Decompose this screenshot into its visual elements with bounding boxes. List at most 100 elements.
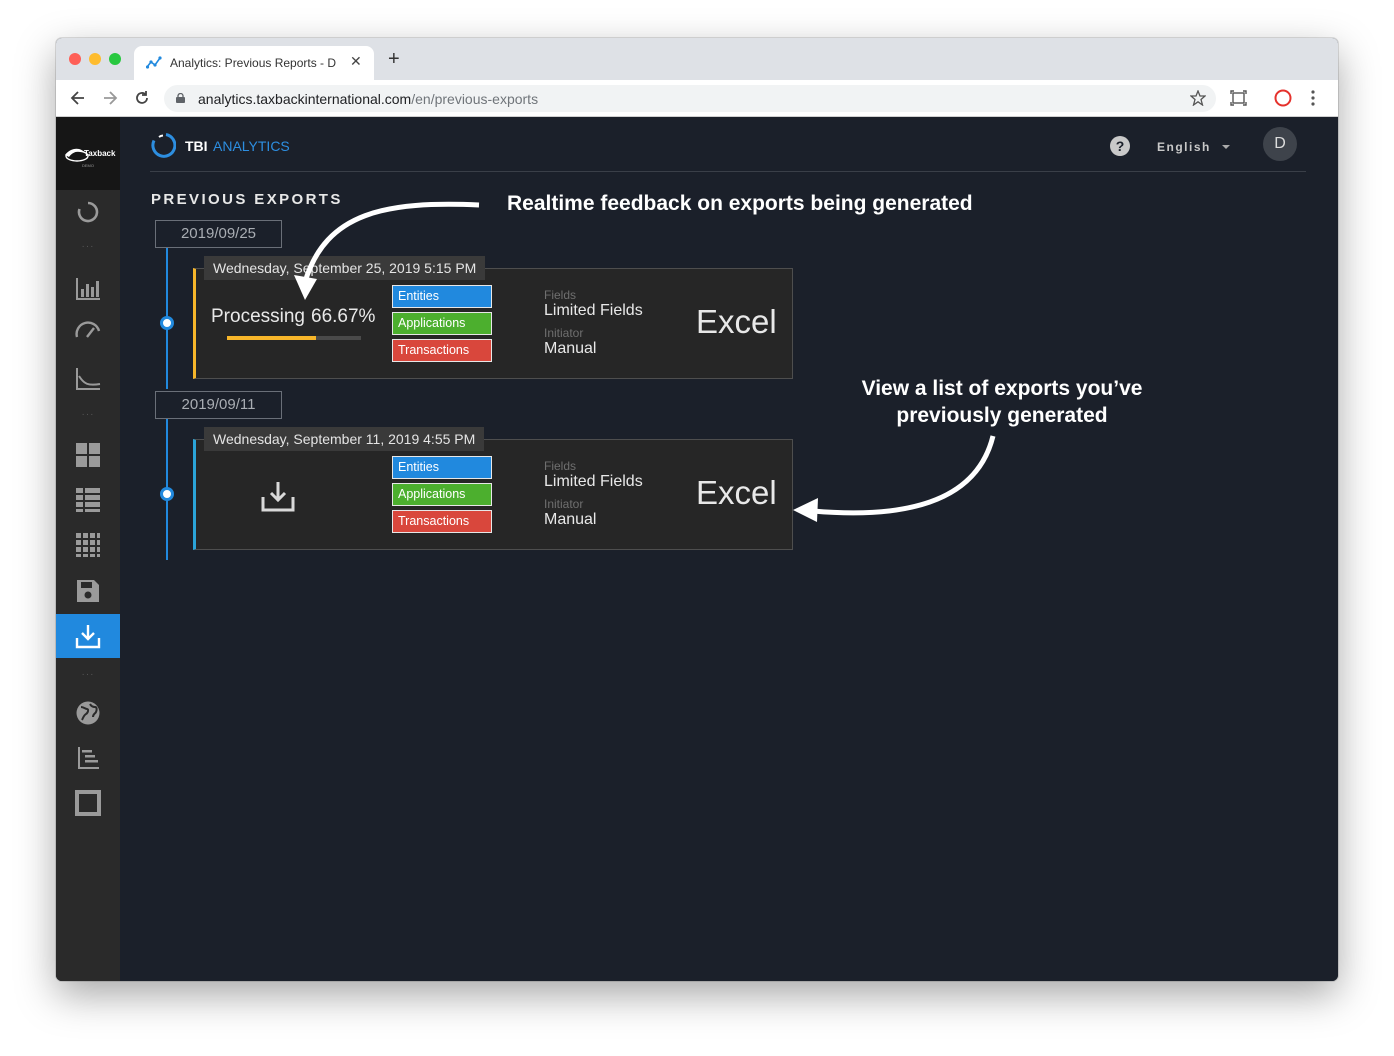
dashboard-grid-icon [76, 443, 100, 467]
browser-tab[interactable]: Analytics: Previous Reports - D ✕ [134, 46, 374, 80]
forward-arrow-icon[interactable] [100, 88, 120, 108]
sidebar-item-overview[interactable] [56, 190, 120, 234]
url-domain: analytics.taxbackinternational.com [198, 91, 412, 107]
initiator-value: Manual [544, 511, 597, 528]
app-viewport: Taxback DEMO ··· ··· ··· TBI ANALYTICS ?… [56, 117, 1338, 981]
address-bar[interactable]: analytics.taxbackinternational.com/en/pr… [164, 85, 1216, 112]
annotation-line-1: View a list of exports you’ve [861, 377, 1143, 400]
initiator-label: Initiator [544, 326, 584, 340]
bookmark-star-icon[interactable] [1190, 90, 1206, 106]
language-select[interactable]: English [1157, 140, 1211, 154]
annotation-previous-list: View a list of exports you’ve previously… [852, 375, 1152, 429]
sidebar-item-bar-chart[interactable] [56, 267, 120, 311]
save-floppy-icon [77, 580, 99, 602]
sidebar-item-saved[interactable] [56, 569, 120, 613]
annotation-arrow-curve [812, 435, 996, 516]
sidebar-item-line-chart[interactable] [56, 357, 120, 401]
hierarchy-list-icon [78, 747, 99, 769]
analytics-favicon-icon [146, 56, 162, 69]
sidebar-item-dashboard[interactable] [56, 433, 120, 477]
export-card-processing: Wednesday, September 25, 2019 5:15 PM Pr… [193, 256, 793, 379]
logo-text: Taxback [84, 149, 116, 158]
tag-applications: Applications [392, 312, 492, 335]
maximize-window-button[interactable] [109, 53, 121, 65]
tag-transactions: Transactions [392, 510, 492, 533]
tab-title: Analytics: Previous Reports - D [170, 56, 337, 70]
annotation-arrowhead [793, 498, 818, 522]
sidebar-separator: ··· [81, 241, 95, 252]
fields-label: Fields [544, 288, 577, 302]
tab-bar: Analytics: Previous Reports - D ✕ + [56, 38, 1338, 80]
sidebar-item-gauge[interactable] [56, 309, 120, 353]
date-group-badge: 2019/09/11 [155, 391, 282, 419]
fields-value: Limited Fields [544, 473, 643, 490]
processing-status: Processing 66.67% [211, 306, 375, 328]
browser-window: Analytics: Previous Reports - D ✕ + anal… [56, 38, 1338, 981]
page-title: PREVIOUS EXPORTS [151, 191, 343, 208]
sidebar-separator: ··· [81, 669, 95, 680]
sidebar-separator: ··· [81, 409, 95, 420]
chevron-down-icon[interactable] [1222, 145, 1230, 149]
close-window-button[interactable] [69, 53, 81, 65]
initiator-label: Initiator [544, 497, 584, 511]
square-frame-icon [75, 790, 101, 816]
sidebar-item-fullscreen[interactable] [56, 781, 120, 825]
browser-toolbar: analytics.taxbackinternational.com/en/pr… [56, 80, 1338, 117]
tag-entities: Entities [392, 456, 492, 479]
globe-icon [76, 701, 100, 725]
progress-bar [227, 336, 361, 340]
pivot-grid-icon [76, 533, 100, 557]
export-format: Excel [696, 474, 777, 511]
new-tab-button[interactable]: + [388, 49, 400, 69]
download-tray-icon [75, 625, 101, 649]
lock-icon [176, 93, 185, 103]
brand-analytics: ANALYTICS [213, 138, 290, 154]
bar-chart-icon [76, 278, 100, 300]
export-format: Excel [696, 303, 777, 340]
export-datetime: Wednesday, September 25, 2019 5:15 PM [204, 256, 486, 280]
sidebar: Taxback DEMO ··· ··· ··· [56, 117, 120, 981]
sidebar-item-table[interactable] [56, 478, 120, 522]
gauge-icon [75, 321, 101, 338]
tag-transactions: Transactions [392, 339, 492, 362]
sidebar-item-exports[interactable] [56, 614, 120, 658]
back-arrow-icon[interactable] [68, 88, 88, 108]
initiator-value: Manual [544, 340, 597, 357]
download-icon[interactable] [260, 478, 296, 514]
annotation-realtime: Realtime feedback on exports being gener… [507, 192, 973, 215]
sidebar-item-globe[interactable] [56, 691, 120, 735]
timeline-node [160, 487, 174, 501]
logo-sub: DEMO [82, 163, 94, 168]
table-list-icon [76, 488, 100, 512]
minimize-window-button[interactable] [89, 53, 101, 65]
progress-bar-fill [227, 336, 317, 340]
loading-circle-icon [77, 201, 99, 223]
reload-icon[interactable] [132, 88, 152, 108]
brand-tbi: TBI [185, 138, 208, 154]
tag-entities: Entities [392, 285, 492, 308]
more-menu-icon[interactable] [1310, 90, 1316, 106]
url-text: analytics.taxbackinternational.com/en/pr… [198, 91, 538, 107]
processing-label: Processing [211, 306, 305, 327]
date-group-badge: 2019/09/25 [155, 220, 282, 248]
sidebar-item-pivot[interactable] [56, 523, 120, 567]
tag-applications: Applications [392, 483, 492, 506]
annotation-line-2: previously generated [896, 404, 1108, 427]
user-avatar[interactable]: D [1263, 127, 1297, 161]
url-path: /en/previous-exports [411, 91, 539, 107]
fields-value: Limited Fields [544, 302, 643, 319]
tab-close-icon[interactable]: ✕ [350, 53, 362, 70]
processing-percent: 66.67% [311, 306, 376, 327]
sidebar-item-hierarchy[interactable] [56, 736, 120, 780]
export-card-completed: Wednesday, September 11, 2019 4:55 PM En… [193, 427, 793, 550]
timeline-node [160, 316, 174, 330]
tbi-logo-icon[interactable] [150, 132, 176, 158]
screen-capture-icon[interactable] [1230, 90, 1247, 106]
export-datetime: Wednesday, September 11, 2019 4:55 PM [204, 427, 485, 451]
opera-extension-icon[interactable] [1274, 89, 1292, 107]
taxback-logo[interactable]: Taxback DEMO [56, 117, 120, 190]
fields-label: Fields [544, 459, 577, 473]
line-chart-icon [76, 368, 101, 390]
help-icon[interactable]: ? [1110, 136, 1130, 156]
app-header: TBI ANALYTICS ? English D [150, 117, 1306, 172]
